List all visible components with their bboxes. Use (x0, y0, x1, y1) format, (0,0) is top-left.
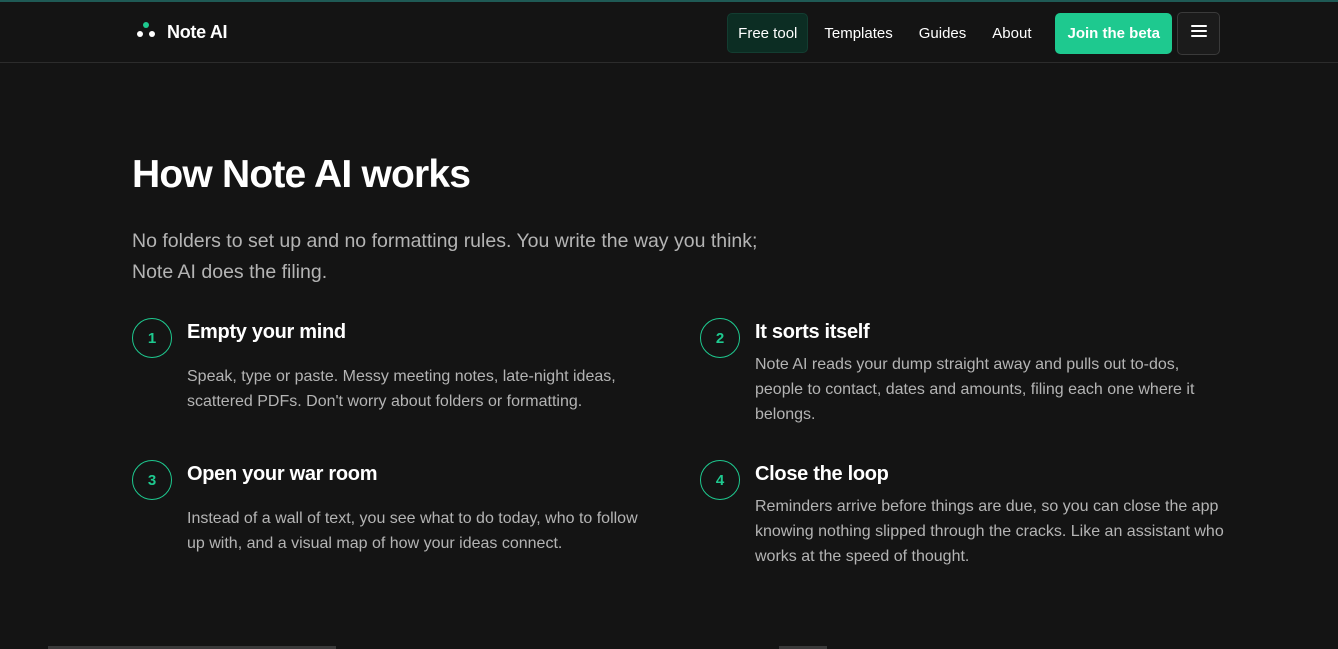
step-title: Close the loop (755, 463, 889, 485)
step-description: Instead of a wall of text, you see what … (187, 510, 638, 552)
nav-link-templates[interactable]: Templates (811, 13, 905, 53)
join-beta-button[interactable]: Join the beta (1055, 12, 1172, 54)
step-number-badge: 4 (700, 460, 740, 500)
intro-text: No folders to set up and no formatting r… (132, 230, 758, 283)
step-description: Reminders arrive before things are due, … (755, 498, 1224, 565)
three-dots-logo-icon (136, 21, 156, 44)
step-title: Empty your mind (187, 321, 346, 343)
step-description: Speak, type or paste. Messy meeting note… (187, 368, 616, 410)
page-title: How Note AI works (132, 153, 471, 196)
top-navbar: Note AI Free tool Templates Guides About… (0, 2, 1338, 63)
menu-button[interactable] (1177, 11, 1220, 55)
step-title: It sorts itself (755, 321, 870, 343)
step-description: Note AI reads your dump straight away an… (755, 356, 1195, 423)
step-number-badge: 2 (700, 318, 740, 358)
hamburger-menu-icon (1190, 24, 1207, 42)
step-number-badge: 3 (132, 460, 172, 500)
nav-link-guides[interactable]: Guides (906, 13, 980, 53)
step-number-badge: 1 (132, 318, 172, 358)
main-nav: Free tool Templates Guides About Join th… (727, 11, 1220, 55)
nav-link-about[interactable]: About (979, 13, 1044, 53)
nav-link-free-tool[interactable]: Free tool (727, 13, 809, 53)
step-title: Open your war room (187, 463, 378, 485)
brand-name: Note AI (167, 21, 228, 42)
brand-logo-link[interactable]: Note AI (136, 20, 228, 44)
